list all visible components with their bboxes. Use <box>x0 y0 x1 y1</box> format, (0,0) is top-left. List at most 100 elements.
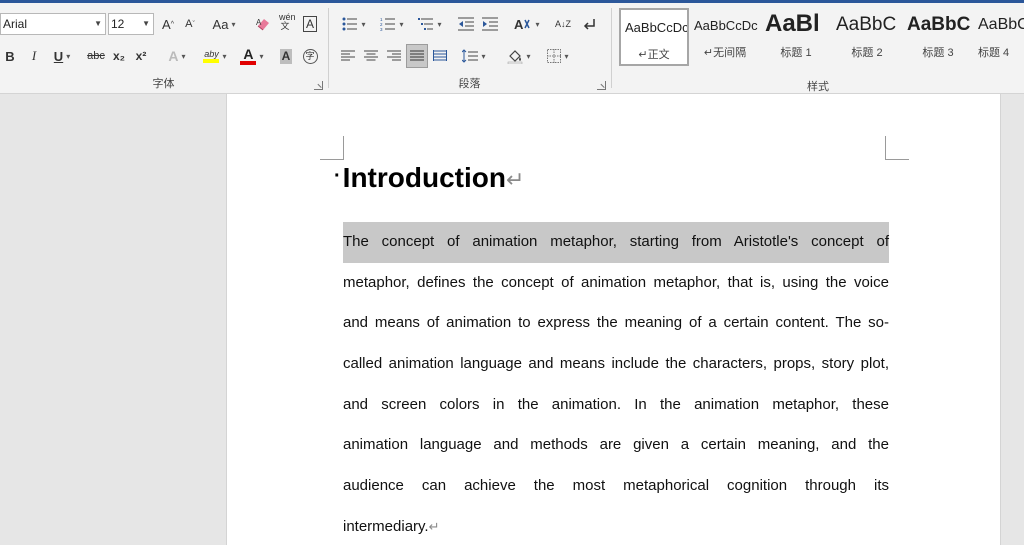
underline-icon: U <box>53 48 64 64</box>
chevron-down-icon[interactable]: ▼ <box>142 14 150 34</box>
align-left-button[interactable] <box>337 45 359 67</box>
style-heading-3-sample: AaBbC <box>907 14 971 35</box>
phonetic-guide-icon: wén 文 <box>279 12 296 31</box>
chinese-layout-button[interactable]: A ▾ <box>509 13 545 35</box>
style-heading-1[interactable]: AaBl 标题 1 <box>761 8 831 66</box>
text-line[interactable]: metaphor, defines the concept of animati… <box>343 263 889 304</box>
paragraph-dialog-launcher-icon[interactable] <box>597 81 606 90</box>
paragraph-mark-icon: ↵ <box>505 167 525 192</box>
text-effects-button[interactable]: A ▾ <box>162 45 192 67</box>
chinese-layout-icon: A <box>514 17 531 31</box>
style-no-spacing[interactable]: AaBbCcDc ↵无间隔 <box>690 8 760 66</box>
chevron-down-icon: ▾ <box>66 51 71 61</box>
body-paragraph[interactable]: The concept of animation metaphor, start… <box>343 222 889 545</box>
style-heading-1-name: 标题 1 <box>780 47 812 59</box>
document-page[interactable]: ·Introduction↵ The concept of animation … <box>226 94 1001 545</box>
strikethrough-icon: abc <box>87 50 105 62</box>
text-line-last[interactable]: intermediary.↵ <box>343 507 889 545</box>
increase-indent-icon <box>482 17 498 31</box>
chevron-down-icon: ▾ <box>564 51 569 61</box>
multilevel-list-button[interactable]: ▾ <box>413 13 447 35</box>
align-right-button[interactable] <box>383 45 405 67</box>
chevron-down-icon: ▾ <box>535 19 540 29</box>
shading-button[interactable]: ▾ <box>501 45 537 67</box>
line-spacing-button[interactable]: ▾ <box>457 45 491 67</box>
ribbon: Arial ▼ 12 ▼ A ^ Aˇ Aa ▾ A wén 文 A B I U ▾ … <box>0 0 1024 94</box>
subscript-button[interactable]: x₂ <box>110 45 128 67</box>
align-left-icon <box>341 50 355 61</box>
heading-introduction[interactable]: ·Introduction↵ <box>334 162 524 198</box>
phonetic-guide-button[interactable]: wén 文 <box>276 11 296 33</box>
margin-corner-mark <box>885 136 909 160</box>
distributed-button[interactable] <box>429 45 451 67</box>
bullet-list-icon <box>342 17 358 31</box>
show-hide-marks-button[interactable] <box>579 13 601 35</box>
increase-indent-button[interactable] <box>479 13 501 35</box>
highlight-color-button[interactable]: aby ▾ <box>198 45 232 67</box>
numbering-button[interactable]: 123 ▾ <box>375 13 409 35</box>
chevron-down-icon[interactable]: ▼ <box>94 14 102 34</box>
style-no-spacing-name: ↵无间隔 <box>703 47 747 59</box>
strikethrough-button[interactable]: abc <box>84 45 108 67</box>
align-center-button[interactable] <box>360 45 382 67</box>
align-right-icon <box>387 50 401 61</box>
grow-font-button[interactable]: A ^ <box>158 13 178 35</box>
character-shading-button[interactable]: A <box>276 45 296 67</box>
justify-button[interactable] <box>406 44 428 68</box>
bullets-button[interactable]: ▾ <box>337 13 371 35</box>
text-line[interactable]: The concept of animation metaphor, start… <box>343 222 889 263</box>
change-case-icon: Aa <box>212 16 229 32</box>
style-normal[interactable]: AaBbCcDc ↵正文 <box>619 8 689 66</box>
svg-text:3: 3 <box>380 27 383 31</box>
chevron-down-icon: ▾ <box>361 19 366 29</box>
underline-button[interactable]: U ▾ <box>46 45 78 67</box>
text-line[interactable]: audience can achieve the most metaphoric… <box>343 466 889 507</box>
style-heading-4[interactable]: AaBbC 标题 4 <box>974 8 1024 66</box>
borders-button[interactable]: ▾ <box>541 45 575 67</box>
italic-button[interactable]: I <box>24 45 44 67</box>
subscript-icon: x₂ <box>112 49 125 63</box>
enclose-characters-button[interactable]: 字 <box>300 45 320 67</box>
document-area[interactable]: ·Introduction↵ The concept of animation … <box>0 94 1024 545</box>
chevron-down-icon: ▾ <box>222 51 227 61</box>
character-border-button[interactable]: A <box>300 13 320 35</box>
decrease-indent-icon <box>458 17 474 31</box>
highlight-swatch <box>203 59 220 63</box>
text-effects-icon: A <box>168 48 179 64</box>
borders-icon <box>547 49 562 63</box>
margin-corner-mark <box>320 136 344 160</box>
style-heading-4-sample: AaBbC <box>978 16 1024 33</box>
font-dialog-launcher-icon[interactable] <box>314 81 323 90</box>
styles-group-label: 样式 <box>807 81 829 93</box>
character-border-icon: A <box>302 16 317 32</box>
font-color-swatch <box>240 61 257 65</box>
decrease-indent-button[interactable] <box>455 13 477 35</box>
font-size-combo[interactable]: 12 ▼ <box>108 13 154 35</box>
change-case-button[interactable]: Aa ▾ <box>208 13 240 35</box>
heading-text: Introduction <box>342 162 506 193</box>
text-line[interactable]: animation language and methods are given… <box>343 425 889 466</box>
clear-formatting-button[interactable]: A <box>252 13 274 35</box>
font-color-icon: A <box>240 47 257 65</box>
bold-button[interactable]: B <box>0 45 20 67</box>
font-name-value: Arial <box>3 17 28 31</box>
style-heading-3[interactable]: AaBbC 标题 3 <box>903 8 973 66</box>
font-color-button[interactable]: A ▾ <box>236 45 268 67</box>
text-line[interactable]: and screen colors in the animation. In t… <box>343 385 889 426</box>
text-line[interactable]: and means of animation to express the me… <box>343 303 889 344</box>
style-heading-2-sample: AaBbC <box>836 14 897 35</box>
paragraph-mark-icon: ↵ <box>428 518 440 534</box>
return-arrow-icon <box>583 19 595 30</box>
font-group: Arial ▼ 12 ▼ A ^ Aˇ Aa ▾ A wén 文 A B I U ▾ … <box>0 3 327 93</box>
line-spacing-icon <box>462 49 479 63</box>
heading-bullet: · <box>334 165 341 187</box>
superscript-button[interactable]: x² <box>132 45 150 67</box>
shrink-font-button[interactable]: Aˇ <box>180 13 200 35</box>
text-line[interactable]: called animation language and means incl… <box>343 344 889 385</box>
font-name-combo[interactable]: Arial ▼ <box>0 13 106 35</box>
style-heading-2[interactable]: AaBbC 标题 2 <box>832 8 902 66</box>
font-size-value: 12 <box>111 17 125 31</box>
sort-button[interactable]: A↓Z <box>551 13 573 35</box>
align-center-icon <box>364 50 378 61</box>
style-normal-sample: AaBbCcDc <box>625 20 689 35</box>
